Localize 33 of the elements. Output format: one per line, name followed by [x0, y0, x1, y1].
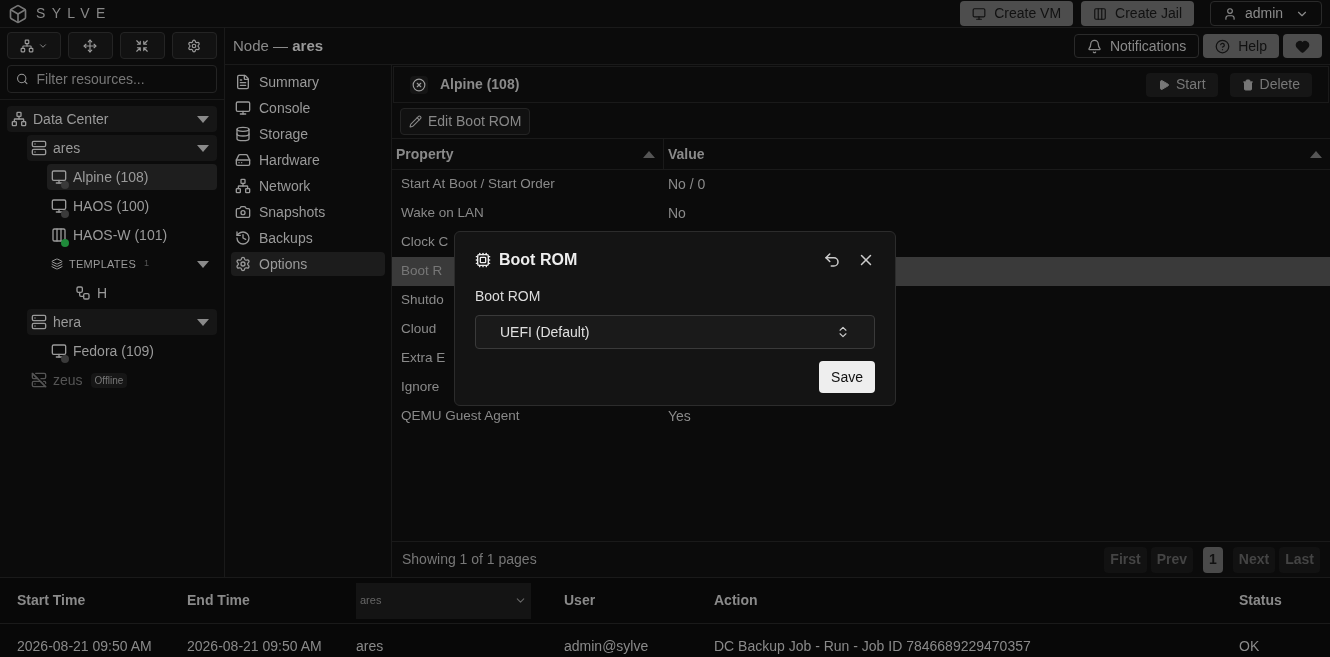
tree-label: TEMPLATES — [69, 256, 137, 272]
tree-label: HAOS (100) — [73, 196, 150, 216]
property-cell-text: Clock C — [401, 233, 449, 252]
tree-label: zeus — [53, 370, 83, 390]
tree-label: ares — [53, 138, 81, 158]
property-cell-text: Boot R — [401, 262, 443, 281]
dialog-title: Boot ROM — [499, 250, 578, 270]
table-cell-text: OK — [1239, 637, 1260, 656]
field-label: Boot ROM — [475, 287, 542, 306]
breadcrumb: Node — ares — [233, 35, 324, 56]
page-info: Showing 1 of 1 pages — [402, 550, 537, 569]
tree-label: H — [97, 283, 108, 303]
value-cell-text: No / 0 — [667, 175, 706, 194]
property-cell-text: Extra E — [401, 349, 446, 368]
brand-name: SYLVE — [36, 4, 112, 23]
property-cell-text: QEMU Guest Agent — [401, 407, 520, 426]
table-cell-text: ares — [356, 637, 385, 656]
tree-label: HAOS-W (101) — [73, 225, 168, 245]
tree-label: Fedora (109) — [73, 341, 154, 361]
tree-label: hera — [53, 312, 82, 332]
tree-label: Data Center — [33, 109, 109, 129]
property-cell-text: Start At Boot / Start Order — [401, 175, 555, 194]
value-cell-text: No — [667, 204, 686, 223]
vm-title: Alpine (108) — [440, 75, 520, 94]
value-cell-text: Yes — [667, 407, 691, 426]
status-badge: Offline — [90, 372, 128, 388]
table-cell-text: 2026-08-21 09:50 AM — [16, 637, 153, 656]
property-cell-text: Wake on LAN — [401, 204, 484, 223]
table-cell-text: DC Backup Job - Run - Job ID 7846689229470357 — [714, 637, 1032, 656]
tree-count: 1 — [144, 257, 150, 271]
table-cell-text: 2026-08-21 09:50 AM — [187, 637, 323, 656]
table-cell-text: admin@sylve — [564, 637, 650, 656]
tree-label: Alpine (108) — [73, 167, 149, 187]
